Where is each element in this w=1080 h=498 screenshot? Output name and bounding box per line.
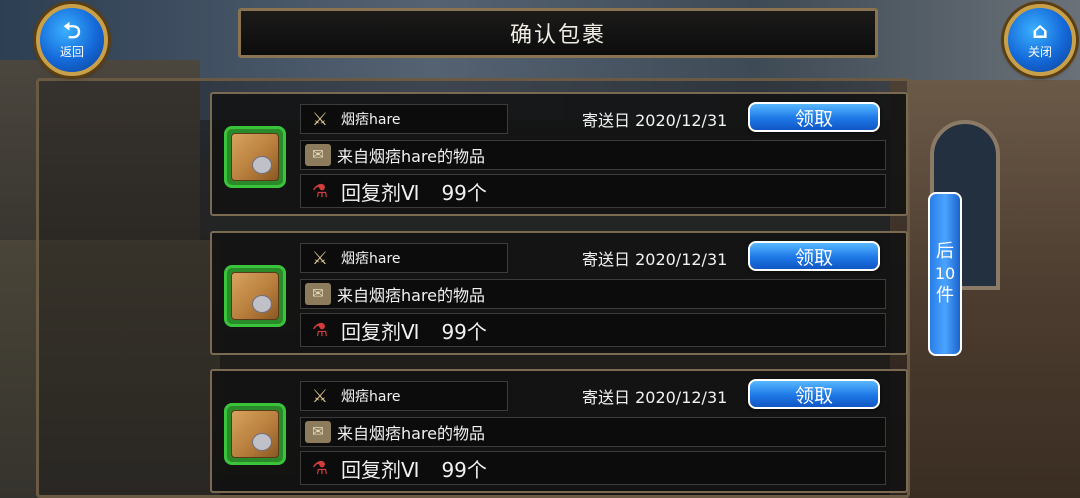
crossed-swords-icon: ⚔ bbox=[311, 247, 329, 269]
potion-icon: ⚗ bbox=[311, 319, 329, 341]
sender-name: 烟痞hare bbox=[341, 251, 401, 267]
send-date: 寄送日 2020/12/31 bbox=[582, 250, 728, 269]
crate-icon bbox=[231, 410, 279, 458]
next-label-3: 件 bbox=[936, 285, 954, 306]
item-row: ⚗ 回复剂Ⅵ 99个 bbox=[300, 174, 886, 208]
send-date: 寄送日 2020/12/31 bbox=[582, 388, 728, 407]
item-name: 回复剂Ⅵ bbox=[341, 180, 420, 205]
scroll-icon: ✉ bbox=[305, 421, 331, 443]
item-quantity: 99个 bbox=[441, 319, 487, 344]
crossed-swords-icon: ⚔ bbox=[311, 108, 329, 130]
home-icon: ⌂ bbox=[1032, 18, 1048, 44]
item-row: ⚗ 回复剂Ⅵ 99个 bbox=[300, 451, 886, 485]
crossed-swords-icon: ⚔ bbox=[311, 385, 329, 407]
next-label-1: 后 bbox=[936, 241, 954, 262]
package-slot[interactable] bbox=[224, 403, 286, 465]
sender-name: 烟痞hare bbox=[341, 389, 401, 405]
claim-button[interactable]: 领取 bbox=[748, 241, 880, 271]
close-button[interactable]: ⌂ 关闭 bbox=[1004, 4, 1076, 76]
sender-row: ⚔ 烟痞hare bbox=[300, 243, 508, 273]
page-title: 确认包裹 bbox=[509, 23, 606, 48]
close-label: 关闭 bbox=[1027, 44, 1052, 59]
item-quantity: 99个 bbox=[441, 457, 487, 482]
next-label-2: 10 bbox=[934, 264, 956, 283]
subject-row: ✉ 来自烟痞hare的物品 bbox=[300, 279, 886, 309]
send-date: 寄送日 2020/12/31 bbox=[582, 111, 728, 130]
mail-subject: 来自烟痞hare的物品 bbox=[337, 147, 486, 166]
crate-icon bbox=[231, 272, 279, 320]
subject-row: ✉ 来自烟痞hare的物品 bbox=[300, 140, 886, 170]
item-name: 回复剂Ⅵ bbox=[341, 457, 420, 482]
mail-card: ⚔ 烟痞hare 寄送日 2020/12/31 领取 ✉ 来自烟痞hare的物品… bbox=[210, 231, 908, 355]
sender-row: ⚔ 烟痞hare bbox=[300, 381, 508, 411]
claim-button[interactable]: 领取 bbox=[748, 379, 880, 409]
next-page-button[interactable]: 后 10 件 bbox=[928, 192, 962, 356]
title-bar: 确认包裹 bbox=[238, 8, 878, 58]
package-slot[interactable] bbox=[224, 265, 286, 327]
mail-subject: 来自烟痞hare的物品 bbox=[337, 424, 486, 443]
claim-button[interactable]: 领取 bbox=[748, 102, 880, 132]
item-name: 回复剂Ⅵ bbox=[341, 319, 420, 344]
item-row: ⚗ 回复剂Ⅵ 99个 bbox=[300, 313, 886, 347]
mail-subject: 来自烟痞hare的物品 bbox=[337, 286, 486, 305]
mail-card: ⚔ 烟痞hare 寄送日 2020/12/31 领取 ✉ 来自烟痞hare的物品… bbox=[210, 92, 908, 216]
subject-row: ✉ 来自烟痞hare的物品 bbox=[300, 417, 886, 447]
mail-card: ⚔ 烟痞hare 寄送日 2020/12/31 领取 ✉ 来自烟痞hare的物品… bbox=[210, 369, 908, 493]
item-quantity: 99个 bbox=[441, 180, 487, 205]
potion-icon: ⚗ bbox=[311, 457, 329, 479]
scroll-icon: ✉ bbox=[305, 144, 331, 166]
back-label: 返回 bbox=[59, 44, 84, 59]
package-slot[interactable] bbox=[224, 126, 286, 188]
potion-icon: ⚗ bbox=[311, 180, 329, 202]
scroll-icon: ✉ bbox=[305, 283, 331, 305]
return-arrow-icon: ⮌ bbox=[63, 18, 81, 44]
back-button[interactable]: ⮌ 返回 bbox=[36, 4, 108, 76]
crate-icon bbox=[231, 133, 279, 181]
sender-row: ⚔ 烟痞hare bbox=[300, 104, 508, 134]
sender-name: 烟痞hare bbox=[341, 112, 401, 128]
